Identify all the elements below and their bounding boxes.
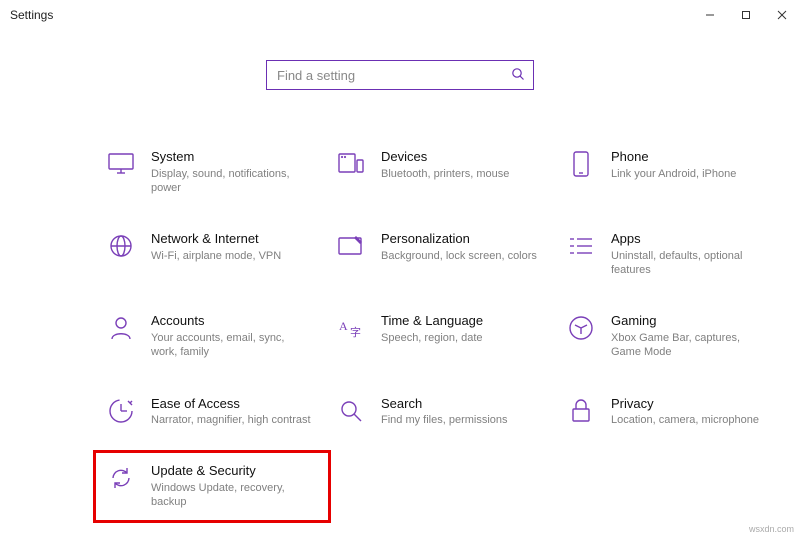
category-update-security[interactable]: Update & Security Windows Update, recover… <box>102 459 322 513</box>
category-personalization[interactable]: Personalization Background, lock screen, … <box>332 227 552 281</box>
maximize-icon <box>741 10 751 20</box>
search-category-icon <box>336 396 366 426</box>
watermark: wsxdn.com <box>749 524 794 534</box>
category-sub: Bluetooth, printers, mouse <box>381 167 509 181</box>
category-network[interactable]: Network & Internet Wi-Fi, airplane mode, … <box>102 227 322 281</box>
ease-of-access-icon <box>106 396 136 426</box>
close-button[interactable] <box>764 0 800 30</box>
category-sub: Location, camera, microphone <box>611 413 759 427</box>
category-title: Gaming <box>611 313 771 329</box>
privacy-icon <box>566 396 596 426</box>
update-icon <box>106 463 136 493</box>
minimize-icon <box>705 10 715 20</box>
globe-icon <box>106 231 136 261</box>
svg-text:A: A <box>339 319 348 333</box>
category-title: Search <box>381 396 508 412</box>
category-title: Time & Language <box>381 313 483 329</box>
search-input[interactable] <box>275 67 511 84</box>
category-time-language[interactable]: A字 Time & Language Speech, region, date <box>332 309 552 363</box>
category-title: Accounts <box>151 313 311 329</box>
category-sub: Windows Update, recovery, backup <box>151 481 311 510</box>
category-sub: Speech, region, date <box>381 331 483 345</box>
apps-icon <box>566 231 596 261</box>
category-gaming[interactable]: Gaming Xbox Game Bar, captures, Game Mode <box>562 309 782 363</box>
category-sub: Xbox Game Bar, captures, Game Mode <box>611 331 771 360</box>
category-title: Phone <box>611 149 736 165</box>
system-icon <box>106 149 136 179</box>
category-sub: Narrator, magnifier, high contrast <box>151 413 311 427</box>
category-sub: Uninstall, defaults, optional features <box>611 249 771 278</box>
category-apps[interactable]: Apps Uninstall, defaults, optional featur… <box>562 227 782 281</box>
category-title: Personalization <box>381 231 537 247</box>
category-title: Network & Internet <box>151 231 281 247</box>
category-phone[interactable]: Phone Link your Android, iPhone <box>562 145 782 199</box>
time-language-icon: A字 <box>336 313 366 343</box>
gaming-icon <box>566 313 596 343</box>
category-sub: Wi-Fi, airplane mode, VPN <box>151 249 281 263</box>
personalization-icon <box>336 231 366 261</box>
category-search[interactable]: SearchFind my files, permissions <box>332 392 552 432</box>
accounts-icon <box>106 313 136 343</box>
maximize-button[interactable] <box>728 0 764 30</box>
settings-grid: System Display, sound, notifications, pow… <box>102 145 800 514</box>
close-icon <box>777 10 787 20</box>
category-title: Update & Security <box>151 463 311 479</box>
category-sub: Find my files, permissions <box>381 413 508 427</box>
category-title: Ease of Access <box>151 396 311 412</box>
minimize-button[interactable] <box>692 0 728 30</box>
search-icon <box>511 67 525 84</box>
category-system[interactable]: System Display, sound, notifications, pow… <box>102 145 322 199</box>
category-sub: Your accounts, email, sync, work, family <box>151 331 311 360</box>
category-title: System <box>151 149 311 165</box>
window-title: Settings <box>10 8 53 22</box>
category-ease-of-access[interactable]: Ease of AccessNarrator, magnifier, high … <box>102 392 322 432</box>
category-title: Apps <box>611 231 771 247</box>
devices-icon <box>336 149 366 179</box>
svg-text:字: 字 <box>350 325 361 339</box>
search-box[interactable] <box>266 60 534 90</box>
category-title: Devices <box>381 149 509 165</box>
category-accounts[interactable]: Accounts Your accounts, email, sync, work… <box>102 309 322 363</box>
titlebar: Settings <box>0 0 800 30</box>
category-privacy[interactable]: PrivacyLocation, camera, microphone <box>562 392 782 432</box>
category-devices[interactable]: Devices Bluetooth, printers, mouse <box>332 145 552 199</box>
category-sub: Background, lock screen, colors <box>381 249 537 263</box>
category-sub: Display, sound, notifications, power <box>151 167 311 196</box>
phone-icon <box>566 149 596 179</box>
category-sub: Link your Android, iPhone <box>611 167 736 181</box>
category-title: Privacy <box>611 396 759 412</box>
